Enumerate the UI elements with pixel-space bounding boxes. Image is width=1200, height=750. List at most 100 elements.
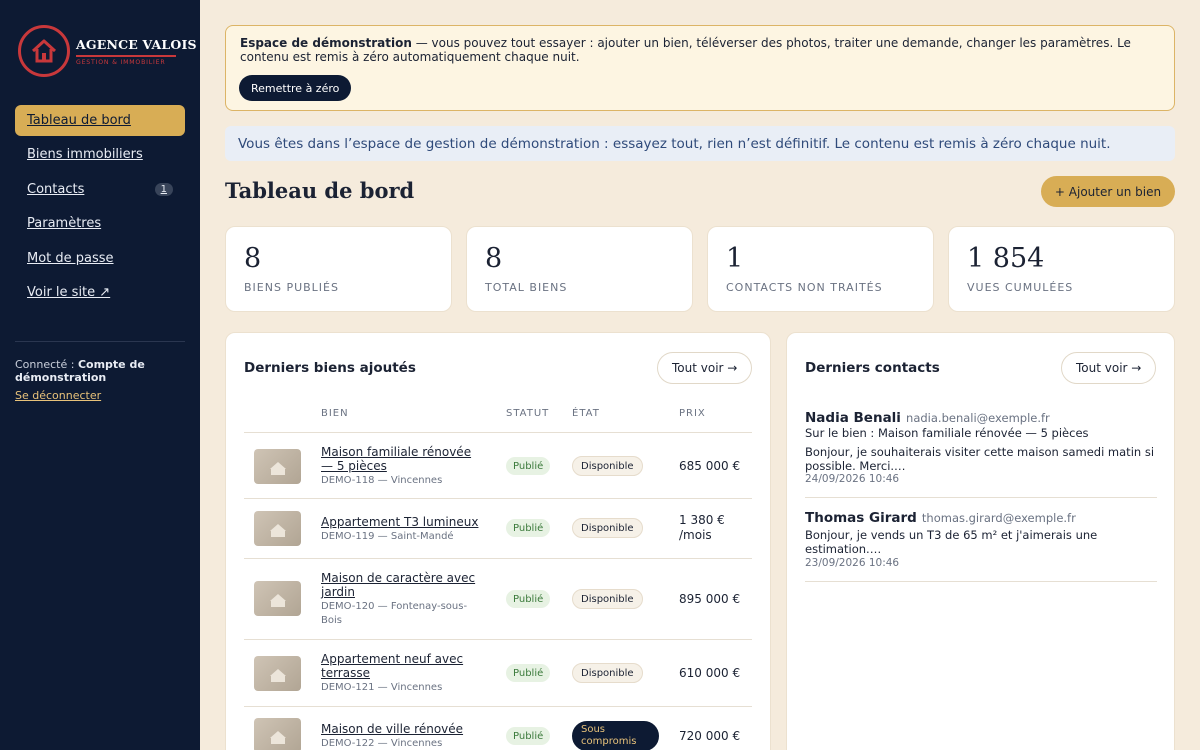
status-badge: Publié: [506, 590, 551, 608]
property-ref: DEMO-120 — Fontenay-sous-Bois: [321, 601, 468, 626]
stat-value: 8: [244, 243, 262, 274]
connected-prefix: Connecté :: [15, 358, 78, 371]
property-price: 610 000 €: [679, 666, 741, 680]
availability-badge: Disponible: [572, 518, 643, 538]
column-header-prix: PRIX: [679, 408, 706, 419]
property-thumbnail: [254, 511, 301, 546]
stat-value: 1 854: [967, 243, 1045, 274]
property-name-link[interactable]: Maison de ville rénovée: [321, 722, 486, 736]
stat-value: 8: [485, 243, 503, 274]
table-row[interactable]: Maison de caractère avec jardin DEMO-120…: [244, 559, 752, 640]
reset-button[interactable]: Remettre à zéro: [239, 75, 352, 101]
contact-message: Bonjour, je vends un T3 de 65 m² et j'ai…: [805, 528, 1098, 556]
contact-subject: Sur le bien : Maison familiale rénovée —…: [805, 426, 1089, 440]
contacts-count-badge: 1: [154, 182, 173, 196]
sidebar: AGENCE VALOIS GESTION & IMMOBILIER Table…: [0, 0, 200, 750]
property-ref: DEMO-119 — Saint-Mandé: [321, 531, 454, 542]
property-name-link[interactable]: Maison de caractère avec jardin: [321, 571, 486, 599]
sidebar-item-label: Biens immobiliers: [27, 147, 143, 163]
sidebar-item-label: Tableau de bord: [27, 113, 131, 128]
table-row[interactable]: Appartement T3 lumineux DEMO-119 — Saint…: [244, 499, 752, 559]
property-thumbnail: [254, 581, 301, 616]
contact-email: thomas.girard@exemple.fr: [921, 511, 1076, 525]
sidebar-item-label: Mot de passe: [27, 250, 114, 266]
contact-header: Nadia Benali nadia.benali@exemple.fr: [805, 407, 1050, 426]
property-price: 1 380 € /mois: [679, 513, 725, 542]
stat-card-contacts: 1 CONTACTS NON TRAITÉS: [707, 226, 934, 312]
column-header-etat: ÉTAT: [572, 408, 600, 419]
panel-title: Derniers contacts: [805, 360, 940, 376]
demo-banner-text: Espace de démonstration — vous pouvez to…: [240, 36, 1160, 64]
sidebar-item-label: Contacts: [27, 181, 85, 197]
see-all-properties-button[interactable]: Tout voir →: [657, 352, 753, 384]
list-item[interactable]: Thomas Girard thomas.girard@exemple.fr B…: [805, 507, 1157, 582]
table-row[interactable]: Maison familiale rénovée — 5 pièces DEMO…: [244, 433, 752, 499]
demo-banner-title: Espace de démonstration: [240, 36, 412, 50]
stat-value: 1: [726, 243, 744, 274]
sidebar-item-properties[interactable]: Biens immobiliers: [15, 139, 185, 170]
status-badge: Publié: [506, 727, 551, 745]
house-logo-icon: [18, 25, 70, 77]
stat-label: CONTACTS NON TRAITÉS: [726, 281, 883, 294]
status-badge: Publié: [506, 457, 551, 475]
sidebar-item-view-site[interactable]: Voir le site ↗: [15, 277, 185, 308]
column-header-bien: BIEN: [321, 408, 349, 419]
sidebar-item-settings[interactable]: Paramètres: [15, 208, 185, 239]
property-price: 685 000 €: [679, 459, 741, 473]
table-row[interactable]: Maison de ville rénovée DEMO-122 — Vince…: [244, 707, 752, 750]
logout-link[interactable]: Se déconnecter: [15, 389, 101, 402]
brand-tagline: GESTION & IMMOBILIER: [76, 58, 166, 66]
sidebar-nav: Tableau de bord Biens immobiliers Contac…: [15, 105, 185, 311]
sidebar-divider: [15, 341, 185, 342]
stat-label: BIENS PUBLIÉS: [244, 281, 339, 294]
property-ref: DEMO-121 — Vincennes: [321, 682, 443, 693]
panel-title: Derniers biens ajoutés: [244, 360, 416, 376]
contact-header: Thomas Girard thomas.girard@exemple.fr: [805, 507, 1076, 526]
brand-logo[interactable]: AGENCE VALOIS GESTION & IMMOBILIER: [18, 25, 197, 77]
property-thumbnail: [254, 718, 301, 750]
see-all-contacts-button[interactable]: Tout voir →: [1061, 352, 1157, 384]
contact-name: Nadia Benali: [805, 410, 901, 426]
brand-name: AGENCE VALOIS: [76, 36, 197, 52]
contact-name: Thomas Girard: [805, 510, 917, 526]
property-price: 720 000 €: [679, 729, 741, 743]
info-bar: Vous êtes dans l’espace de gestion de dé…: [225, 126, 1175, 161]
stat-card-total: 8 TOTAL BIENS: [466, 226, 693, 312]
property-thumbnail: [254, 449, 301, 484]
add-property-button[interactable]: + Ajouter un bien: [1041, 176, 1175, 207]
property-thumbnail: [254, 656, 301, 691]
table-row[interactable]: Appartement neuf avec terrasse DEMO-121 …: [244, 640, 752, 707]
page-title: Tableau de bord: [225, 178, 415, 203]
property-name-link[interactable]: Appartement T3 lumineux: [321, 515, 486, 529]
contact-email: nadia.benali@exemple.fr: [906, 411, 1050, 425]
property-ref: DEMO-118 — Vincennes: [321, 475, 443, 486]
sidebar-item-contacts[interactable]: Contacts 1: [15, 174, 185, 205]
property-price: 895 000 €: [679, 592, 741, 606]
recent-properties-panel: Derniers biens ajoutés Tout voir → BIEN …: [225, 332, 771, 750]
contact-message: Bonjour, je souhaiterais visiter cette m…: [805, 445, 1155, 473]
sidebar-item-label: Paramètres: [27, 216, 102, 232]
availability-badge: Disponible: [572, 589, 643, 609]
stat-card-views: 1 854 VUES CUMULÉES: [948, 226, 1175, 312]
contact-date: 23/09/2026 10:46: [805, 557, 900, 569]
stat-label: TOTAL BIENS: [485, 281, 568, 294]
sidebar-item-password[interactable]: Mot de passe: [15, 243, 185, 274]
availability-badge: Disponible: [572, 456, 643, 476]
availability-badge: Disponible: [572, 663, 643, 683]
demo-banner: Espace de démonstration — vous pouvez to…: [225, 25, 1175, 111]
status-badge: Publié: [506, 664, 551, 682]
list-item[interactable]: Nadia Benali nadia.benali@exemple.fr Sur…: [805, 407, 1157, 498]
sidebar-item-dashboard[interactable]: Tableau de bord: [15, 105, 185, 136]
availability-badge: Sous compromis: [572, 721, 659, 750]
column-header-statut: STATUT: [506, 408, 550, 419]
property-ref: DEMO-122 — Vincennes: [321, 738, 443, 749]
recent-contacts-panel: Derniers contacts Tout voir → Nadia Bena…: [786, 332, 1175, 750]
property-name-link[interactable]: Maison familiale rénovée — 5 pièces: [321, 445, 486, 473]
connected-user: Connecté : Compte de démonstration: [15, 358, 185, 384]
sidebar-item-label: Voir le site ↗: [27, 284, 111, 300]
property-name-link[interactable]: Appartement neuf avec terrasse: [321, 652, 486, 680]
status-badge: Publié: [506, 519, 551, 537]
contact-date: 24/09/2026 10:46: [805, 473, 900, 485]
stat-label: VUES CUMULÉES: [967, 281, 1074, 294]
stat-card-published: 8 BIENS PUBLIÉS: [225, 226, 452, 312]
